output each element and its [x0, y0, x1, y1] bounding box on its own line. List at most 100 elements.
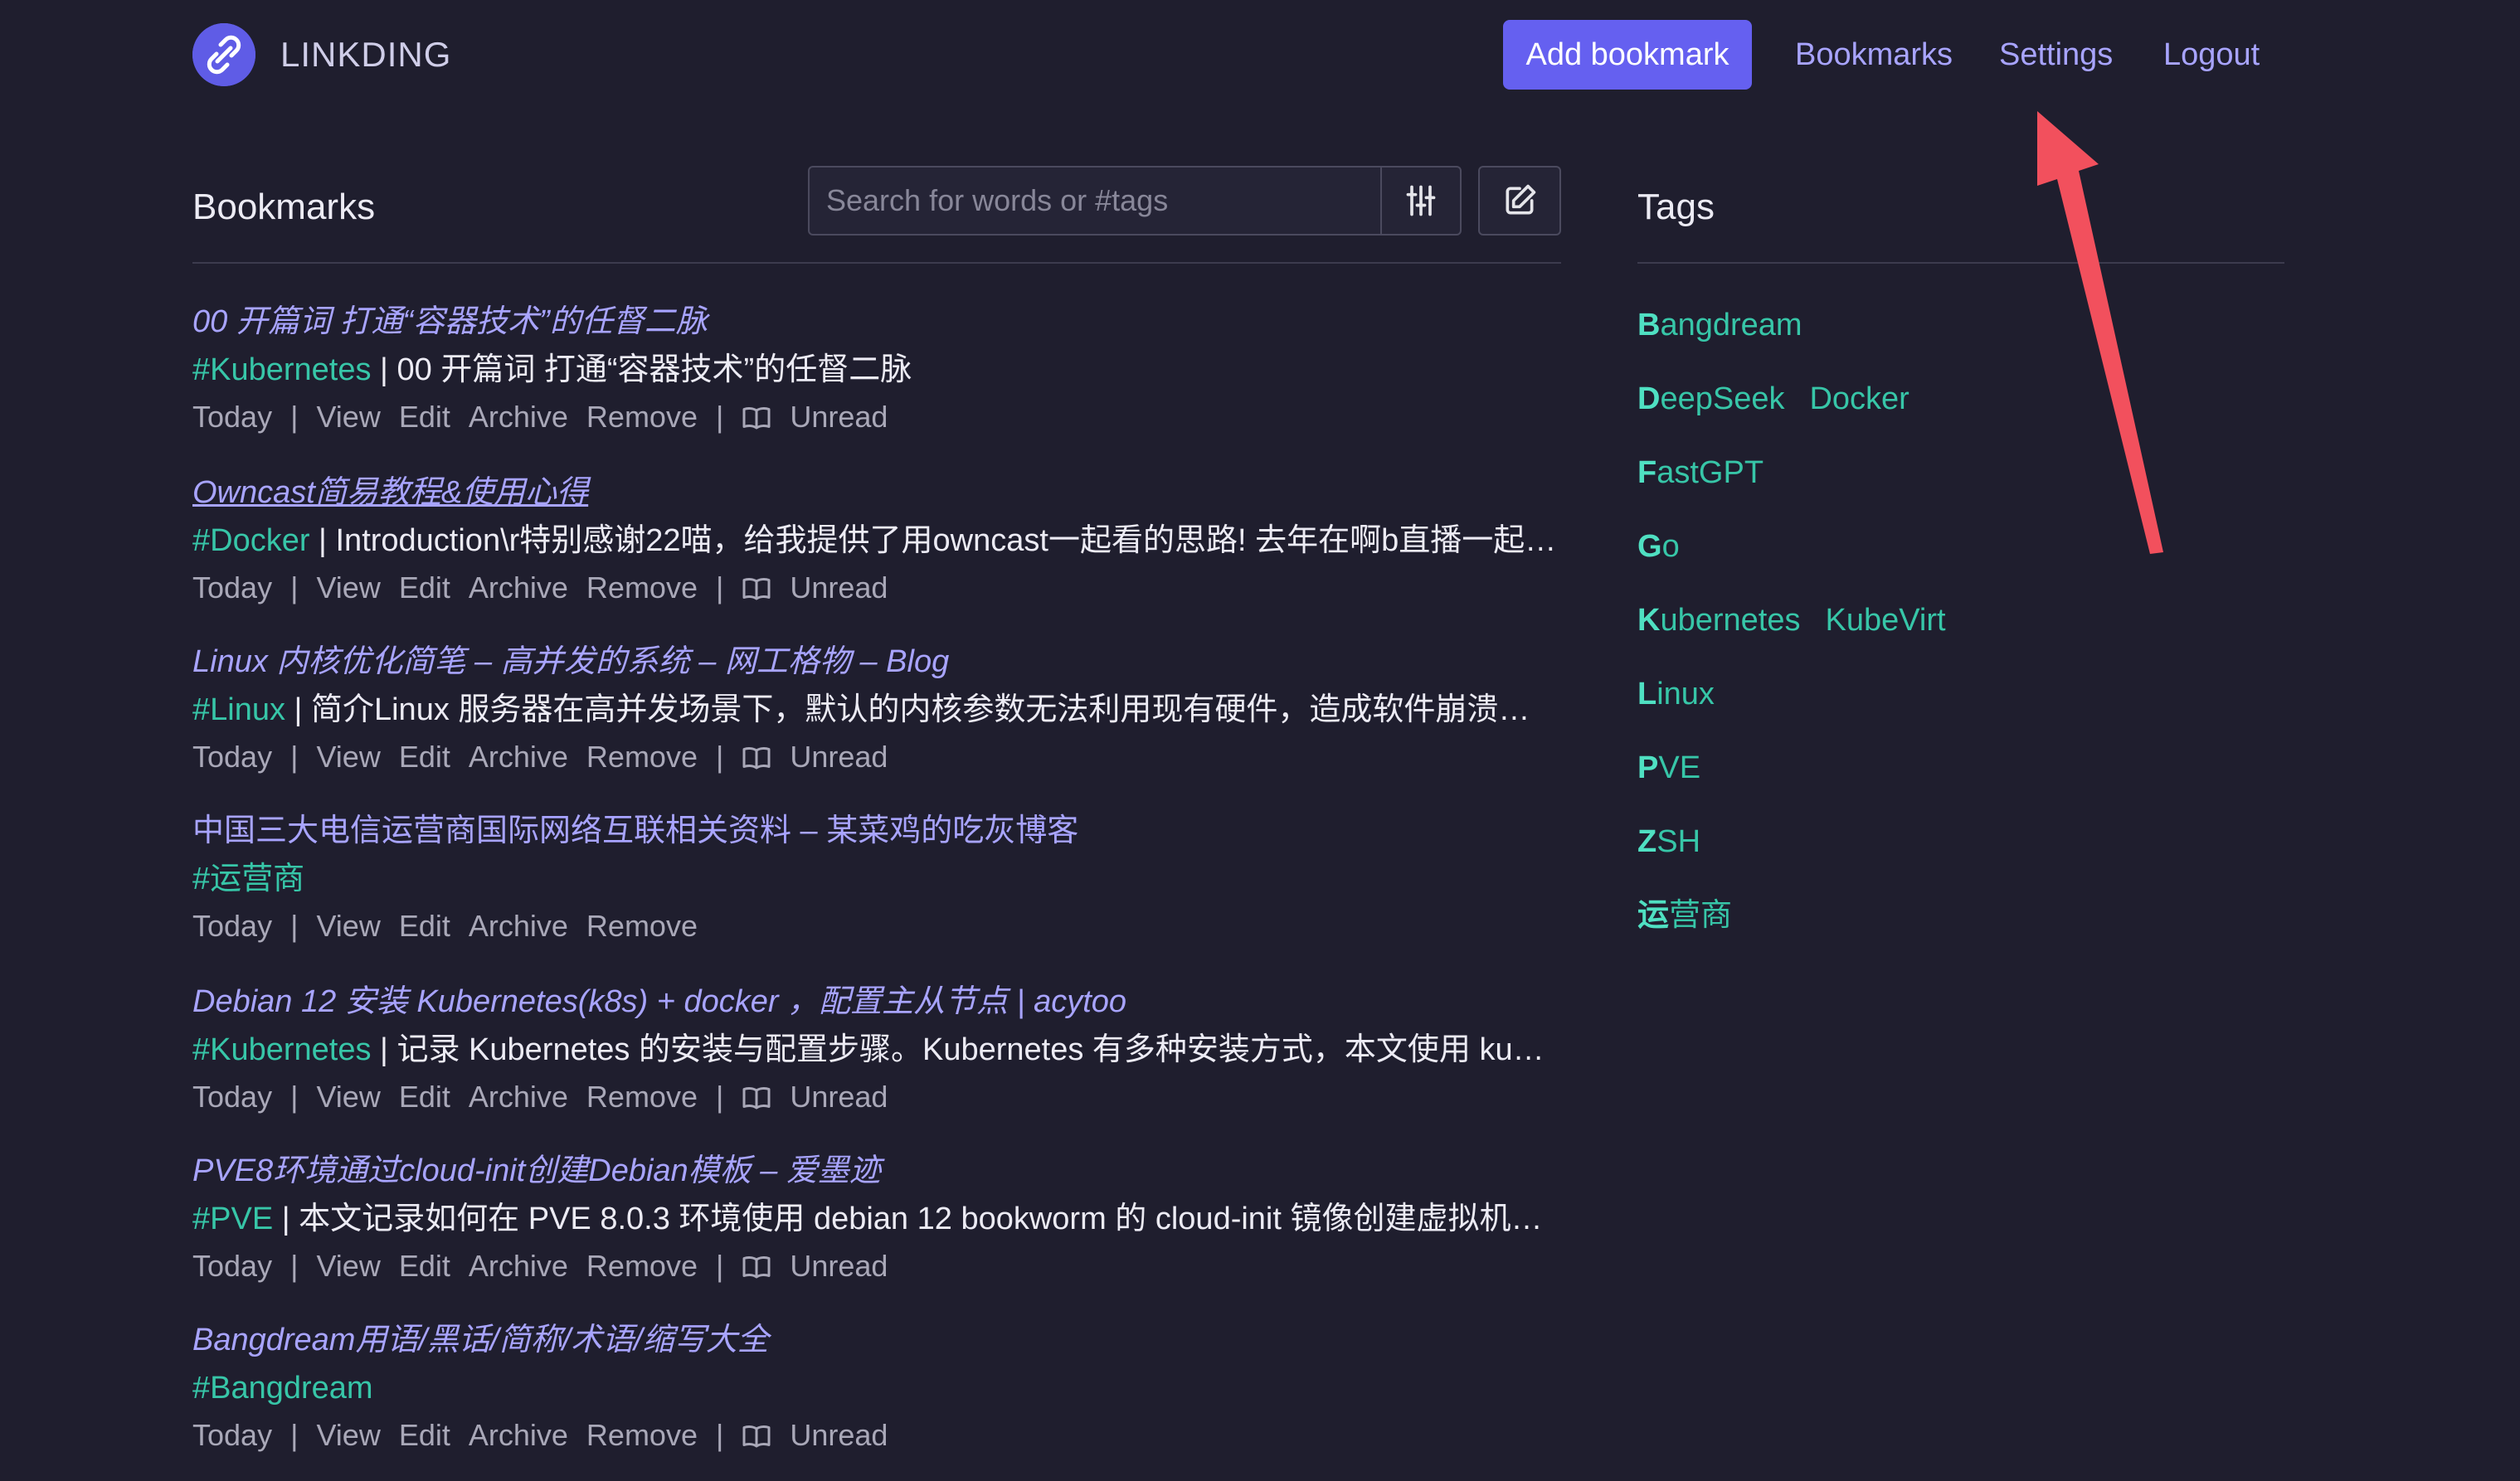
tag-link[interactable]: DeepSeek	[1637, 381, 1784, 416]
bookmark-date: Today	[192, 1249, 273, 1283]
bookmark-tag[interactable]: #Kubernetes	[192, 1032, 372, 1067]
bookmark-title-link[interactable]: 中国三大电信运营商国际网络互联相关资料 – 某菜鸡的吃灰博客	[192, 809, 1078, 852]
edit-link[interactable]: Edit	[399, 1080, 450, 1114]
edit-link[interactable]: Edit	[399, 1249, 450, 1283]
description-text: 本文记录如何在 PVE 8.0.3 环境使用 debian 12 bookwor…	[299, 1202, 1561, 1236]
nav-logout-link[interactable]: Logout	[2163, 33, 2260, 76]
tag-link[interactable]: Bangdream	[1637, 308, 1802, 342]
tag-link[interactable]: ZSH	[1637, 824, 1700, 859]
view-link[interactable]: View	[316, 1080, 380, 1114]
remove-link[interactable]: Remove	[586, 1249, 698, 1283]
tag-group-yun: 运营商	[1637, 894, 1757, 937]
filter-button[interactable]	[1380, 166, 1462, 236]
bookmark-tag[interactable]: #PVE	[192, 1202, 273, 1236]
tag-link[interactable]: Kubernetes	[1637, 603, 1800, 638]
unread-toggle[interactable]: Unread	[742, 571, 906, 605]
search-box	[808, 166, 1382, 236]
view-link[interactable]: View	[316, 909, 380, 943]
tag-group-d: DeepSeek Docker	[1637, 377, 1934, 420]
unread-label: Unread	[790, 1080, 888, 1114]
tag-link[interactable]: FastGPT	[1637, 455, 1764, 490]
bookmark-tag[interactable]: #Kubernetes	[192, 352, 372, 387]
tag-remainder: 营商	[1669, 898, 1733, 933]
bookmark-title-link[interactable]: 00 开篇词 打通“容器技术”的任督二脉	[192, 300, 708, 343]
separator: |	[715, 571, 724, 605]
tag-index-letter: D	[1637, 381, 1661, 416]
view-link[interactable]: View	[316, 1249, 380, 1283]
add-bookmark-button[interactable]: Add bookmark	[1503, 20, 1752, 90]
tag-link[interactable]: Docker	[1809, 381, 1909, 416]
separator: |	[290, 1418, 299, 1452]
edit-link[interactable]: Edit	[399, 400, 450, 434]
bookmark-item: 中国三大电信运营商国际网络互联相关资料 – 某菜鸡的吃灰博客 #运营商 Toda…	[192, 809, 1561, 972]
archive-link[interactable]: Archive	[469, 1080, 568, 1114]
tag-link[interactable]: Go	[1637, 529, 1680, 564]
view-link[interactable]: View	[316, 740, 380, 774]
archive-link[interactable]: Archive	[469, 400, 568, 434]
remove-link[interactable]: Remove	[586, 400, 698, 434]
unread-toggle[interactable]: Unread	[742, 1418, 906, 1452]
bookmark-date: Today	[192, 1418, 273, 1452]
bookmark-actions: Today | View Edit Archive Remove | Unread	[192, 1245, 924, 1287]
unread-toggle[interactable]: Unread	[742, 1080, 906, 1114]
edit-link[interactable]: Edit	[399, 740, 450, 774]
bookmark-tag[interactable]: #运营商	[192, 862, 304, 896]
edit-link[interactable]: Edit	[399, 1418, 450, 1452]
nav-settings-link[interactable]: Settings	[1999, 33, 2113, 76]
bookmark-date: Today	[192, 571, 273, 605]
archive-link[interactable]: Archive	[469, 571, 568, 605]
remove-link[interactable]: Remove	[586, 909, 698, 943]
remove-link[interactable]: Remove	[586, 571, 698, 605]
bookmark-item: PVE8环境通过cloud-init创建Debian模板 – 爱墨迹 #PVE …	[192, 1149, 1561, 1312]
separator: |	[285, 692, 311, 727]
remove-link[interactable]: Remove	[586, 1080, 698, 1114]
tag-link[interactable]: Linux	[1637, 677, 1715, 711]
view-link[interactable]: View	[316, 571, 380, 605]
tag-remainder: SH	[1656, 824, 1701, 859]
book-open-icon	[742, 576, 771, 601]
bookmark-title-link[interactable]: Owncast简易教程&使用心得	[192, 471, 588, 514]
book-open-icon	[742, 1255, 771, 1279]
bookmark-tag[interactable]: #Docker	[192, 523, 310, 558]
view-link[interactable]: View	[316, 1418, 380, 1452]
bookmark-title-link[interactable]: PVE8环境通过cloud-init创建Debian模板 – 爱墨迹	[192, 1149, 881, 1192]
nav-bookmarks-link[interactable]: Bookmarks	[1795, 33, 1953, 76]
archive-link[interactable]: Archive	[469, 909, 568, 943]
bookmark-title-link[interactable]: Linux 内核优化简笔 – 高并发的系统 – 网工格物 – Blog	[192, 640, 949, 683]
edit-link[interactable]: Edit	[399, 909, 450, 943]
description-text: 记录 Kubernetes 的安装与配置步骤。Kubernetes 有多种安装方…	[396, 1032, 1562, 1067]
remove-link[interactable]: Remove	[586, 740, 698, 774]
tag-link[interactable]: KubeVirt	[1825, 603, 1945, 638]
bookmark-description: #Bangdream	[192, 1367, 1561, 1410]
tag-remainder: VE	[1658, 750, 1701, 785]
unread-toggle[interactable]: Unread	[742, 400, 906, 434]
brand-name[interactable]: LINKDING	[280, 32, 451, 78]
remove-link[interactable]: Remove	[586, 1418, 698, 1452]
view-link[interactable]: View	[316, 400, 380, 434]
bulk-edit-button[interactable]	[1478, 166, 1561, 236]
tag-link[interactable]: PVE	[1637, 750, 1700, 785]
search-input[interactable]	[810, 168, 1380, 234]
tag-group-z: ZSH	[1637, 820, 1725, 863]
bookmark-description: #PVE | 本文记录如何在 PVE 8.0.3 环境使用 debian 12 …	[192, 1197, 1561, 1241]
bookmark-item: Owncast简易教程&使用心得 #Docker | Introduction\…	[192, 471, 1561, 634]
linkding-logo-icon[interactable]	[192, 23, 255, 86]
edit-link[interactable]: Edit	[399, 571, 450, 605]
book-open-icon	[742, 405, 771, 430]
bookmark-tag[interactable]: #Bangdream	[192, 1371, 373, 1406]
tag-link[interactable]: 运营商	[1637, 898, 1732, 933]
archive-link[interactable]: Archive	[469, 740, 568, 774]
separator: |	[371, 1032, 397, 1067]
archive-link[interactable]: Archive	[469, 1418, 568, 1452]
unread-toggle[interactable]: Unread	[742, 740, 906, 774]
bookmark-actions: Today | View Edit Archive Remove | Unread	[192, 1415, 924, 1456]
bookmark-item: Bangdream用语/黑话/简称/术语/缩写大全 #Bangdream Tod…	[192, 1318, 1561, 1481]
bookmark-title-link[interactable]: Debian 12 安装 Kubernetes(k8s) + docker ，配…	[192, 980, 1126, 1023]
bookmark-tag[interactable]: #Linux	[192, 692, 285, 727]
unread-toggle[interactable]: Unread	[742, 1249, 906, 1283]
separator: |	[715, 1418, 724, 1452]
bookmark-description: #Linux | 简介Linux 服务器在高并发场景下，默认的内核参数无法利用现…	[192, 688, 1561, 731]
archive-link[interactable]: Archive	[469, 1249, 568, 1283]
bookmark-title-link[interactable]: Bangdream用语/黑话/简称/术语/缩写大全	[192, 1318, 769, 1362]
bookmark-item: Linux 内核优化简笔 – 高并发的系统 – 网工格物 – Blog #Lin…	[192, 640, 1561, 803]
